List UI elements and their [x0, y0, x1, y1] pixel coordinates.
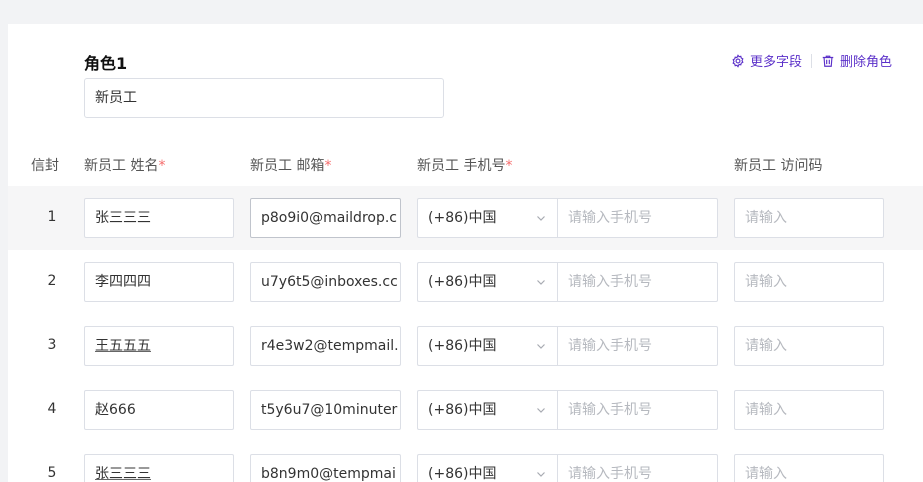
header-phone-label: 新员工 手机号	[417, 158, 506, 174]
phone-input[interactable]: 请输入手机号	[557, 198, 718, 238]
table-row: 2 李四四四 u7y6t5@inboxes.cc (+86)中国 请输入手机号 …	[8, 250, 923, 314]
row-index: 3	[47, 337, 57, 353]
email-input[interactable]: r4e3w2@tempmail.	[250, 326, 401, 366]
table-row: 5 张三三三 b8n9m0@tempmai (+86)中国 请输入手机号 请输入	[8, 442, 923, 482]
header-code: 新员工 访问码	[734, 158, 823, 174]
chevron-down-icon	[537, 280, 545, 285]
role-name-input[interactable]: 新员工	[84, 78, 444, 118]
email-input[interactable]: p8o9i0@maildrop.c	[250, 198, 401, 238]
delete-role-button[interactable]: 删除角色	[821, 51, 892, 70]
email-input[interactable]: b8n9m0@tempmai	[250, 454, 401, 482]
country-select[interactable]: (+86)中国	[417, 198, 557, 238]
name-input[interactable]: 李四四四	[84, 262, 234, 302]
name-value: 王五五五	[95, 338, 151, 354]
country-select[interactable]: (+86)中国	[417, 326, 557, 366]
trash-icon	[822, 55, 834, 67]
role-actions: 更多字段 删除角色	[731, 51, 892, 70]
row-index: 1	[47, 209, 57, 225]
email-input[interactable]: t5y6u7@10minuter	[250, 390, 401, 430]
country-value: (+86)中国	[428, 466, 497, 482]
email-input[interactable]: u7y6t5@inboxes.cc	[250, 262, 401, 302]
role-card: 角色1 新员工 更多字段 删除角色 信封 新员工 姓名* 新员工 邮箱* 新员工…	[8, 24, 923, 482]
gear-icon	[732, 53, 744, 68]
header-phone: 新员工 手机号*	[417, 155, 512, 175]
name-input[interactable]: 张三三三	[84, 198, 234, 238]
chevron-down-icon	[537, 408, 545, 413]
action-divider	[810, 53, 812, 68]
country-select[interactable]: (+86)中国	[417, 262, 557, 302]
table-row: 1 张三三三 p8o9i0@maildrop.c (+86)中国 请输入手机号 …	[8, 186, 923, 250]
header-name: 新员工 姓名*	[84, 155, 165, 175]
more-fields-label: 更多字段	[749, 55, 802, 70]
country-select[interactable]: (+86)中国	[417, 390, 557, 430]
country-value: (+86)中国	[428, 274, 497, 290]
row-index: 4	[47, 401, 57, 417]
name-value: 张三三三	[95, 466, 151, 482]
header-index: 信封	[31, 158, 59, 174]
phone-input[interactable]: 请输入手机号	[557, 262, 718, 302]
role-title: 角色1	[84, 54, 128, 73]
chevron-down-icon	[537, 344, 545, 349]
country-value: (+86)中国	[428, 210, 497, 226]
country-value: (+86)中国	[428, 338, 497, 354]
access-code-input[interactable]: 请输入	[734, 198, 884, 238]
row-index: 5	[47, 465, 57, 481]
chevron-down-icon	[537, 472, 545, 477]
required-mark: *	[505, 158, 513, 174]
top-bar	[0, 0, 923, 24]
phone-input[interactable]: 请输入手机号	[557, 326, 718, 366]
required-mark: *	[158, 158, 166, 174]
name-input[interactable]: 张三三三	[84, 454, 234, 482]
delete-role-label: 删除角色	[839, 55, 892, 70]
more-fields-button[interactable]: 更多字段	[731, 51, 802, 70]
access-code-input[interactable]: 请输入	[734, 326, 884, 366]
required-mark: *	[324, 158, 332, 174]
header-email-label: 新员工 邮箱	[250, 158, 325, 174]
access-code-input[interactable]: 请输入	[734, 390, 884, 430]
header-email: 新员工 邮箱*	[250, 155, 331, 175]
country-value: (+86)中国	[428, 402, 497, 418]
table-row: 4 赵666 t5y6u7@10minuter (+86)中国 请输入手机号 请…	[8, 378, 923, 442]
chevron-down-icon	[537, 216, 545, 221]
name-input[interactable]: 王五五五	[84, 326, 234, 366]
phone-input[interactable]: 请输入手机号	[557, 390, 718, 430]
access-code-input[interactable]: 请输入	[734, 262, 884, 302]
row-index: 2	[47, 273, 57, 289]
country-select[interactable]: (+86)中国	[417, 454, 557, 482]
phone-input[interactable]: 请输入手机号	[557, 454, 718, 482]
table-row: 3 王五五五 r4e3w2@tempmail. (+86)中国 请输入手机号 请…	[8, 314, 923, 378]
access-code-input[interactable]: 请输入	[734, 454, 884, 482]
name-input[interactable]: 赵666	[84, 390, 234, 430]
header-name-label: 新员工 姓名	[84, 158, 159, 174]
